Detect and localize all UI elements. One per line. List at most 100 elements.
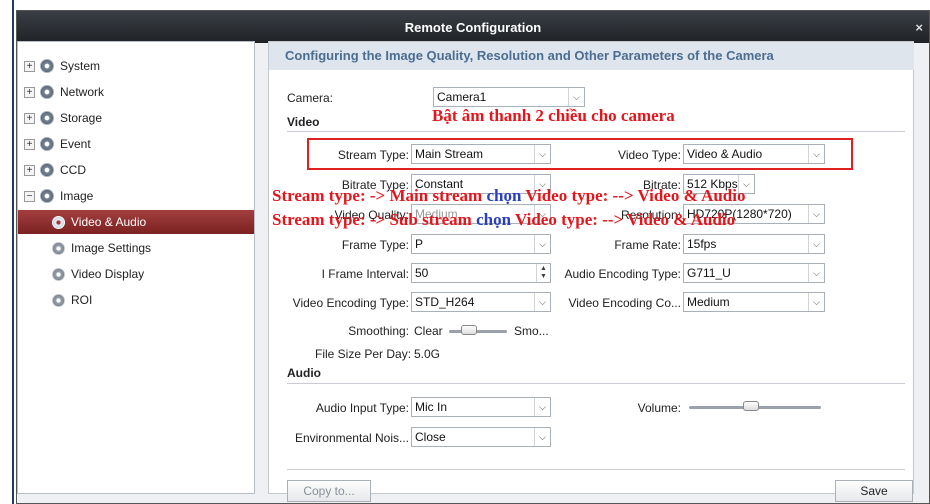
expand-icon[interactable]: + (24, 112, 35, 124)
tree-item-video-audio[interactable]: Video & Audio (18, 210, 254, 234)
gear-icon (40, 85, 54, 99)
video-encoding-type-value: STD_H264 (415, 295, 475, 309)
chevron-down-icon: ⌵ (808, 205, 824, 223)
expand-icon[interactable]: + (24, 86, 35, 98)
tree-item-event[interactable]: + Event (18, 132, 254, 156)
annotation-text: chọn (476, 210, 515, 229)
title-bar: Remote Configuration × (17, 11, 929, 43)
audio-input-type-value: Mic In (415, 400, 448, 414)
file-size-value: 5.0G (414, 347, 441, 361)
i-frame-interval-spinner[interactable]: 50 ▲ ▼ (411, 263, 551, 283)
window-title: Remote Configuration (404, 19, 542, 35)
chevron-down-icon: ⌵ (534, 235, 550, 253)
i-frame-interval-label: I Frame Interval: (321, 267, 409, 281)
save-button[interactable]: Save (835, 480, 913, 502)
video-encoding-complexity-label: Video Encoding Co... (568, 296, 681, 310)
smoothing-left-label: Clear (414, 324, 443, 338)
frame-rate-label: Frame Rate: (614, 238, 681, 252)
chevron-down-icon: ⌵ (808, 235, 824, 253)
camera-value: Camera1 (437, 90, 487, 104)
gear-icon (52, 293, 65, 307)
frame-type-value: P (415, 237, 424, 251)
gear-icon (40, 189, 54, 203)
smoothing-right-label: Smo... (514, 324, 549, 338)
chevron-down-icon: ⌵ (808, 264, 824, 282)
audio-input-type-select[interactable]: Mic In ⌵ (411, 397, 551, 417)
gear-icon (40, 163, 54, 177)
environmental-noise-label: Environmental Nois... (294, 431, 409, 445)
file-size-label: File Size Per Day: (315, 347, 412, 361)
annotation-text: Stream type: -> Main stream (272, 186, 487, 205)
gear-icon (52, 215, 65, 229)
outer-frame-edge (0, 0, 14, 504)
frame-rate-value: 15fps (687, 237, 717, 251)
config-tree: + System + Network + Storage + Event + C… (17, 41, 255, 494)
tree-item-system[interactable]: + System (18, 54, 254, 78)
frame-type-select[interactable]: P ⌵ (411, 234, 551, 254)
smoothing-slider-handle[interactable] (461, 325, 478, 335)
annotation-title: Bật âm thanh 2 chiều cho camera (432, 106, 675, 125)
tree-item-image-settings[interactable]: Image Settings (18, 236, 254, 260)
close-icon[interactable]: × (915, 20, 923, 35)
audio-encoding-type-label: Audio Encoding Type: (564, 267, 681, 281)
tree-item-label: Network (60, 85, 105, 99)
audio-section-title: Audio (287, 366, 321, 380)
tree-item-network[interactable]: + Network (18, 80, 254, 104)
gear-icon (52, 267, 65, 281)
tree-item-ccd[interactable]: + CCD (18, 158, 254, 182)
i-frame-interval-value: 50 (415, 266, 429, 280)
divider (287, 131, 905, 132)
tree-item-video-display[interactable]: Video Display (18, 262, 254, 286)
tree-item-label: Video Display (71, 267, 145, 281)
camera-label: Camera: (287, 91, 334, 105)
video-encoding-type-label: Video Encoding Type: (292, 296, 409, 310)
page-title: Configuring the Image Quality, Resolutio… (269, 42, 914, 70)
spinner-arrows-icon[interactable]: ▲ ▼ (536, 264, 550, 282)
chevron-down-icon: ⌵ (534, 428, 550, 446)
frame-rate-select[interactable]: 15fps ⌵ (683, 234, 825, 254)
chevron-down-icon: ⌵ (808, 293, 824, 311)
tree-item-label: CCD (60, 163, 86, 177)
environmental-noise-value: Close (415, 430, 446, 444)
tree-item-image[interactable]: − Image (18, 184, 254, 208)
smoothing-slider[interactable] (449, 330, 507, 333)
video-encoding-complexity-select[interactable]: Medium ⌵ (683, 292, 825, 312)
tree-item-storage[interactable]: + Storage (18, 106, 254, 130)
annotation-text: Video type: --> Video & Audio (514, 210, 736, 229)
gear-icon (40, 137, 54, 151)
expand-icon[interactable]: + (24, 60, 35, 72)
video-encoding-complexity-value: Medium (687, 295, 730, 309)
tree-item-roi[interactable]: ROI (18, 288, 254, 312)
copy-to-button[interactable]: Copy to... (287, 480, 371, 502)
tree-item-label: Storage (60, 111, 103, 125)
volume-slider-handle[interactable] (743, 401, 760, 411)
audio-input-type-label: Audio Input Type: (315, 401, 409, 415)
audio-encoding-type-value: G711_U (687, 266, 731, 280)
annotation-text: Stream type: -> Sub stream (272, 210, 477, 229)
tree-item-label: Image Settings (71, 241, 152, 255)
tree-item-label: Video & Audio (71, 215, 147, 229)
audio-encoding-type-select[interactable]: G711_U ⌵ (683, 263, 825, 283)
annotation-line-1: Stream type: -> Main stream chọn Video t… (272, 186, 746, 206)
divider (287, 383, 905, 384)
chevron-down-icon: ⌵ (534, 398, 550, 416)
gear-icon (52, 241, 65, 255)
chevron-down-icon: ⌵ (534, 293, 550, 311)
frame-type-label: Frame Type: (341, 238, 409, 252)
collapse-icon[interactable]: − (24, 190, 35, 202)
video-encoding-type-select[interactable]: STD_H264 ⌵ (411, 292, 551, 312)
camera-select[interactable]: Camera1 ⌵ (433, 87, 585, 107)
highlight-box (307, 138, 853, 170)
gear-icon (40, 111, 54, 125)
gear-icon (40, 59, 54, 73)
tree-item-label: Event (60, 137, 91, 151)
environmental-noise-select[interactable]: Close ⌵ (411, 427, 551, 447)
smoothing-label: Smoothing: (348, 324, 409, 338)
divider (287, 469, 905, 470)
expand-icon[interactable]: + (24, 138, 35, 150)
tree-item-label: ROI (71, 293, 93, 307)
expand-icon[interactable]: + (24, 164, 35, 176)
tree-item-label: Image (60, 189, 94, 203)
chevron-down-icon: ⌵ (568, 88, 584, 106)
video-section-title: Video (287, 115, 320, 129)
